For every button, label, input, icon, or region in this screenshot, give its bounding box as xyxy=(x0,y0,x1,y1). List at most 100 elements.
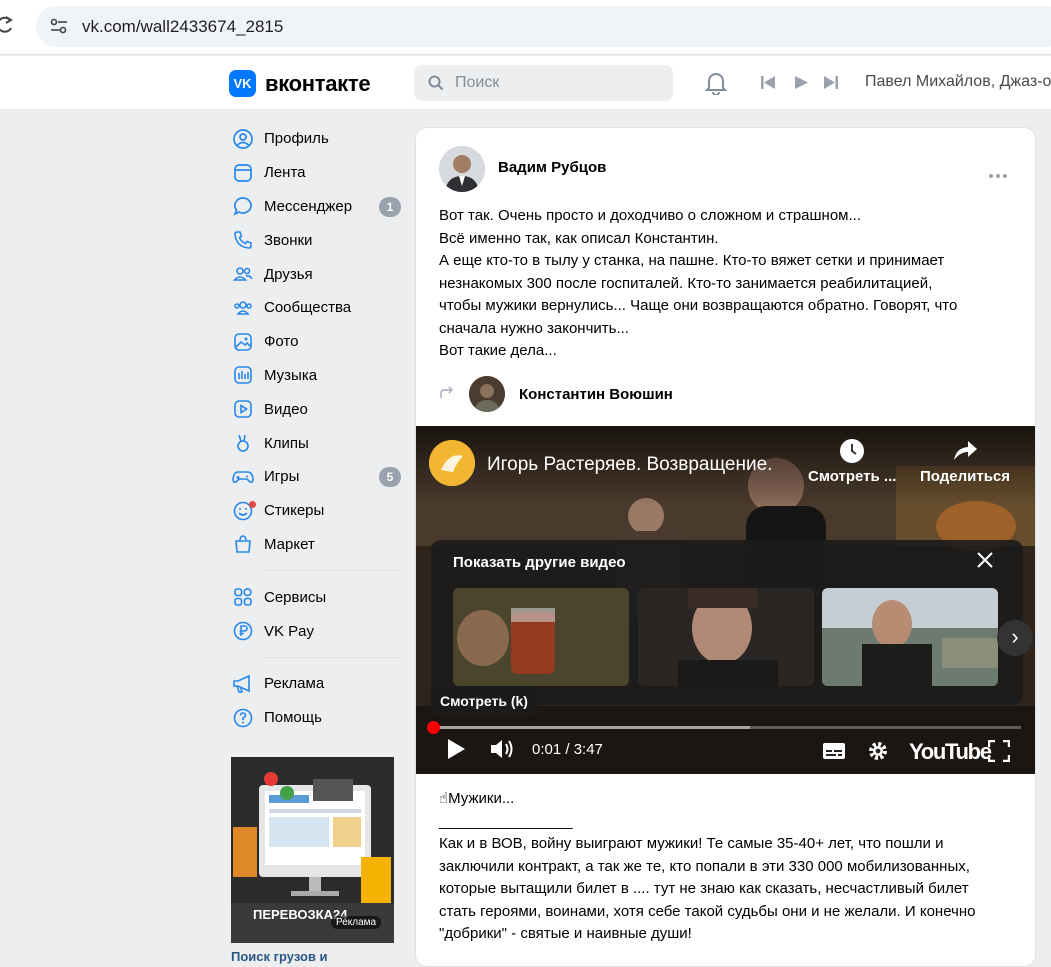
market-icon xyxy=(232,533,254,555)
text-line: незнакомых 300 после госпиталей. Кто-то … xyxy=(439,274,933,292)
sidebar-divider xyxy=(264,656,401,658)
progress-scrubber[interactable] xyxy=(427,721,440,734)
watch-key-tooltip: Смотреть (k) xyxy=(431,686,537,716)
video-time: 0:01 / 3:47 xyxy=(532,741,603,758)
repost-header: Константин Воюшин xyxy=(439,376,673,412)
search-input[interactable]: Поиск xyxy=(414,65,673,101)
sidebar-item-grid[interactable]: Сервисы xyxy=(230,580,405,614)
close-icon[interactable] xyxy=(977,552,993,573)
counter-badge: 1 xyxy=(379,196,401,217)
text-line: стать героями, воинами, хотя себе такой … xyxy=(439,902,976,920)
sidebar-item-gamepad[interactable]: Игры 5 xyxy=(230,460,405,494)
previous-track-icon[interactable] xyxy=(760,75,776,95)
sidebar-item-label: Сервисы xyxy=(264,588,327,606)
text-line: ________________ xyxy=(439,812,573,830)
browser-toolbar: vk.com/wall2433674_2815 xyxy=(0,0,1051,55)
site-settings-icon[interactable] xyxy=(50,18,68,39)
text-line: сначала нужно закончить... xyxy=(439,319,629,337)
repost-author-avatar[interactable] xyxy=(469,376,505,412)
watch-later-button[interactable]: Смотреть ... xyxy=(808,438,896,485)
sidebar-item-user-circle[interactable]: Профиль xyxy=(230,122,405,156)
sidebar-item-label: Сообщества xyxy=(264,299,352,317)
sidebar-item-help[interactable]: Помощь xyxy=(230,701,405,735)
sidebar-item-video[interactable]: Видео xyxy=(230,392,405,426)
video-title[interactable]: Игорь Растеряев. Возвращение. xyxy=(487,454,772,476)
sidebar-ad-banner[interactable]: ПЕРЕВОЗКА24 Реклама xyxy=(231,757,394,943)
settings-gear-icon[interactable] xyxy=(867,740,889,767)
suggested-video-thumbnail[interactable] xyxy=(453,588,629,686)
share-label: Поделиться xyxy=(920,468,1011,485)
sidebar-divider xyxy=(264,570,401,572)
vkpay-icon xyxy=(232,620,254,642)
volume-icon[interactable] xyxy=(490,738,516,765)
play-icon[interactable] xyxy=(794,75,809,95)
sidebar-item-friends[interactable]: Друзья xyxy=(230,257,405,291)
sidebar-item-label: Клипы xyxy=(264,434,309,452)
post-text: Вот так. Очень просто и доходчиво о слож… xyxy=(439,205,1019,363)
suggested-video-thumbnail[interactable] xyxy=(822,588,998,686)
gamepad-icon xyxy=(232,466,254,488)
share-icon xyxy=(920,438,1010,468)
more-videos-panel: Показать другие видео › xyxy=(431,540,1033,705)
address-bar[interactable]: vk.com/wall2433674_2815 xyxy=(36,6,1051,47)
ad-caption[interactable]: Поиск грузов и xyxy=(231,949,328,964)
phone-icon xyxy=(232,229,254,251)
ad-tag: Реклама xyxy=(331,916,382,929)
sidebar-item-music[interactable]: Музыка xyxy=(230,359,405,393)
url-text[interactable]: vk.com/wall2433674_2815 xyxy=(82,17,283,37)
notification-dot xyxy=(249,500,256,508)
sidebar-item-market[interactable]: Маркет xyxy=(230,528,405,562)
wall-post: Вадим Рубцов Вот так. Очень просто и дох… xyxy=(415,127,1036,967)
left-sidebar: Профиль Лента Мессенджер 1 Звонки Друзья Сообщ… xyxy=(230,122,405,735)
sidebar-item-megaphone[interactable]: Реклама xyxy=(230,667,405,701)
subtitles-icon[interactable] xyxy=(822,742,846,765)
author-name[interactable]: Вадим Рубцов xyxy=(498,159,606,176)
sidebar-item-label: Музыка xyxy=(264,366,318,384)
sidebar-item-feed[interactable]: Лента xyxy=(230,156,405,190)
sidebar-item-groups[interactable]: Сообщества xyxy=(230,291,405,325)
sidebar-item-phone[interactable]: Звонки xyxy=(230,223,405,257)
youtube-logo[interactable]: YouTube xyxy=(909,739,992,765)
sidebar-item-label: Фото xyxy=(264,333,299,351)
fullscreen-icon[interactable] xyxy=(987,739,1011,767)
progress-buffer xyxy=(431,726,750,729)
play-icon[interactable] xyxy=(446,738,466,765)
sidebar-item-photo[interactable]: Фото xyxy=(230,325,405,359)
reload-icon[interactable] xyxy=(0,14,16,38)
text-line: "добрики" - святые и наивные души! xyxy=(439,925,692,942)
clock-icon xyxy=(808,438,896,468)
groups-icon xyxy=(232,297,254,319)
youtube-embed[interactable]: Игорь Растеряев. Возвращение. Смотреть .… xyxy=(416,426,1035,774)
vk-logo-icon: VK xyxy=(229,70,256,97)
suggested-video-thumbnail[interactable] xyxy=(638,588,814,686)
search-placeholder: Поиск xyxy=(455,74,500,91)
text-line: Всё именно так, как описал Константин. xyxy=(439,229,719,247)
share-button[interactable]: Поделиться xyxy=(920,438,1010,485)
feed-icon xyxy=(232,162,254,184)
next-track-icon[interactable] xyxy=(823,75,839,95)
text-line: ☝Мужики... xyxy=(439,790,515,807)
sidebar-item-message[interactable]: Мессенджер 1 xyxy=(230,190,405,224)
sidebar-item-label: Мессенджер xyxy=(264,197,353,215)
vk-logo[interactable]: VK вконтакте xyxy=(229,70,371,97)
video-icon xyxy=(232,398,254,420)
channel-logo[interactable] xyxy=(429,440,475,486)
bell-icon[interactable] xyxy=(704,71,728,100)
sidebar-item-vkpay[interactable]: VK Pay xyxy=(230,614,405,648)
grid-icon xyxy=(232,586,254,608)
text-line: А еще кто-то в тылу у станка, на пашне. … xyxy=(439,252,945,269)
sidebar-item-clips[interactable]: Клипы xyxy=(230,426,405,460)
music-icon xyxy=(232,364,254,386)
progress-bar[interactable] xyxy=(431,726,1021,729)
sidebar-item-label: Профиль xyxy=(264,130,329,148)
repost-author-name[interactable]: Константин Воюшин xyxy=(519,386,673,403)
chevron-right-icon[interactable]: › xyxy=(997,620,1033,656)
sidebar-item-sticker[interactable]: Стикеры xyxy=(230,494,405,528)
now-playing-text[interactable]: Павел Михайлов, Джаз-о xyxy=(865,73,1051,91)
text-line: Вот так. Очень просто и доходчиво о слож… xyxy=(439,207,861,224)
more-options-icon[interactable] xyxy=(988,166,1008,184)
clips-icon xyxy=(232,432,254,454)
author-avatar[interactable] xyxy=(439,146,485,192)
photo-icon xyxy=(232,331,254,353)
sidebar-item-label: Видео xyxy=(264,400,308,418)
